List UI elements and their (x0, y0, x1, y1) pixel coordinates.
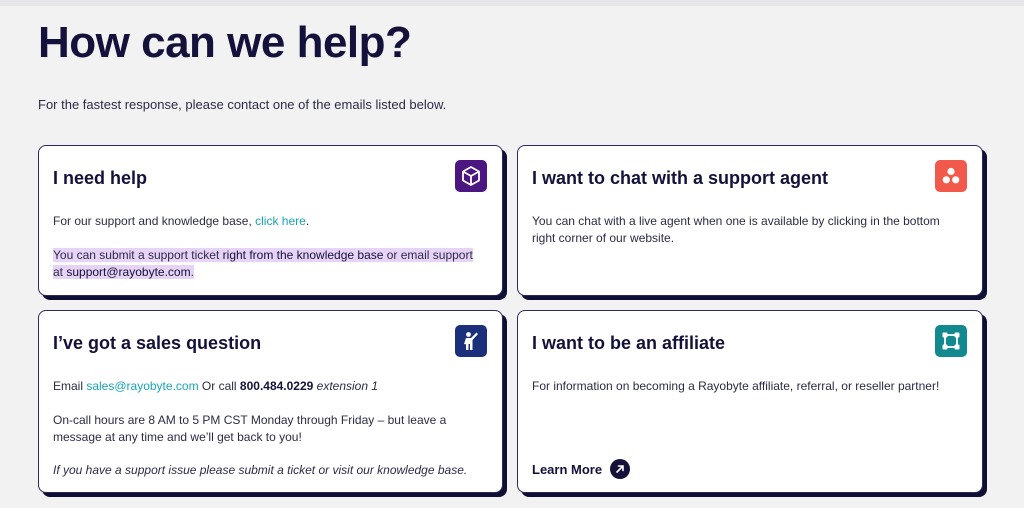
top-bar (0, 0, 1024, 6)
arrow-up-right-icon (610, 459, 631, 479)
support-kb-suffix: . (305, 214, 310, 228)
sales-extension: extension 1 (313, 379, 379, 393)
sales-hours: On-call hours are 8 AM to 5 PM CST Monda… (53, 413, 447, 444)
network-nodes-icon (935, 325, 967, 357)
person-raising-hand-icon (455, 325, 487, 357)
card-title: I want to be an affiliate (532, 333, 726, 353)
card-title: I’ve got a sales question (53, 333, 262, 353)
page-subtitle: For the fastest response, please contact… (38, 97, 447, 112)
sales-support-note: If you have a support issue please submi… (53, 463, 468, 477)
learn-more-label: Learn More (532, 461, 603, 477)
card-title: I want to chat with a support agent (532, 168, 829, 188)
support-ticket-text: You can submit a support ticket right fr… (53, 247, 484, 281)
sales-email-link[interactable]: sales@rayobyte.com (86, 379, 198, 393)
email-label: Email (53, 379, 87, 393)
cube-icon (455, 160, 487, 192)
page-title: How can we help? (38, 18, 412, 67)
support-email[interactable]: support@rayobyte.com (66, 265, 191, 279)
learn-more-link[interactable]: Learn More (532, 459, 631, 479)
chat-description: You can chat with a live agent when one … (532, 214, 940, 245)
card-sales-question: I’ve got a sales question Email sales@ra… (38, 310, 503, 493)
support-kb-prefix: For our support and knowledge base, (53, 214, 256, 228)
ticket-text-a: You can submit a support ticket (53, 248, 223, 262)
affiliate-description: For information on becoming a Rayobyte a… (532, 379, 940, 393)
ticket-text-end: . (190, 265, 194, 279)
kb-highlight: right from the knowledge base (222, 248, 384, 262)
sales-phone[interactable]: 800.484.0229 (240, 379, 313, 393)
call-label: Or call (198, 379, 240, 393)
people-circles-icon (935, 160, 967, 192)
support-kb-text: For our support and knowledge base, clic… (53, 213, 484, 230)
card-title: I need help (53, 168, 148, 188)
click-here-link[interactable]: click here (255, 214, 306, 228)
card-need-help: I need help For our support and knowledg… (38, 145, 503, 296)
card-affiliate: I want to be an affiliate For informatio… (517, 310, 983, 493)
card-chat-agent: I want to chat with a support agent You … (517, 145, 983, 296)
sales-contact-line: Email sales@rayobyte.com Or call 800.484… (53, 378, 484, 395)
